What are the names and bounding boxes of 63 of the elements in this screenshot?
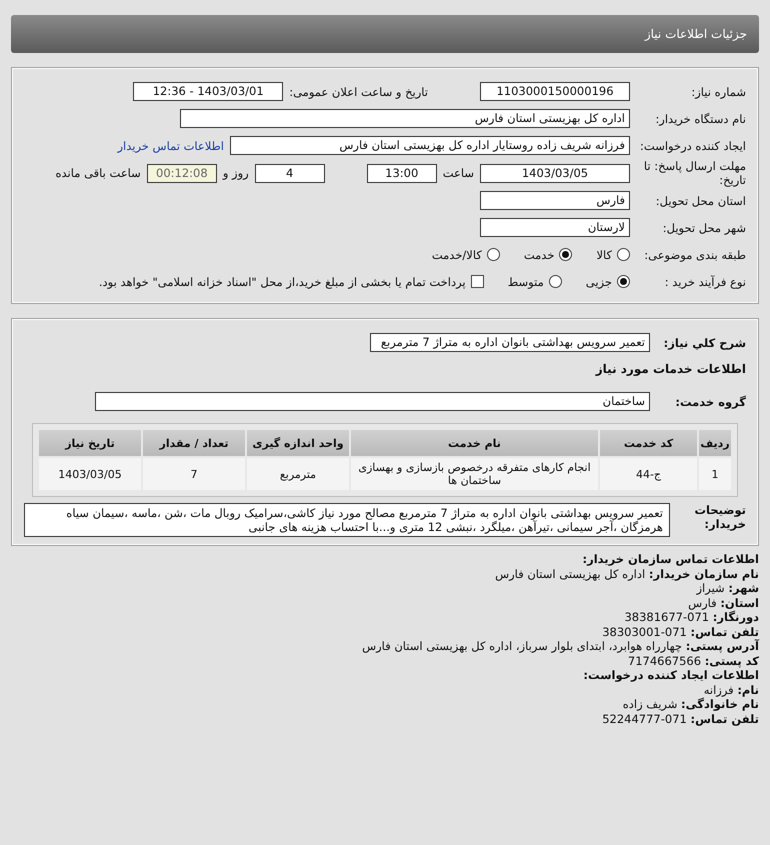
contact-line: آدرس پستی: چهارراه هوابرد، ابتدای بلوار سرباز، اداره کل بهزیستی استان فارس	[361, 639, 759, 654]
field-label: شماره نیاز:	[690, 84, 746, 98]
field-label: نام دستگاه خریدار:	[654, 112, 746, 126]
input-field[interactable]: 1403/03/01 - 12:36	[133, 82, 284, 101]
radio-icon[interactable]	[617, 275, 630, 288]
field-label: مهلت ارسال پاسخ: تا تاریخ:	[642, 159, 746, 187]
description-field: تعمیر سرویس بهداشتی بانوان اداره به متراژ 7 مترمربع مصالح مورد نیاز کاشی،سرامیک روبال مات ،شن ،ماسه ،سیمان سیاه هرمزگان ،آجر سیمانی ،تیرآهن ،میلگرد ،نبشی 12 متری و...با احتساب هزینه های جانبی	[24, 503, 670, 537]
input-field[interactable]: 1103000150000196	[480, 82, 630, 101]
input-field[interactable]: فارس	[480, 191, 630, 210]
radio-icon[interactable]	[486, 248, 500, 261]
column-header: کد خدمت	[600, 430, 697, 456]
field-label: ایجاد کننده درخواست:	[639, 138, 746, 152]
section-heading: اطلاعات خدمات مورد نیاز	[594, 361, 746, 378]
table-cell: 1403/03/05	[39, 458, 141, 490]
remaining-field[interactable]: 00:12:08	[146, 164, 217, 182]
radio-option[interactable]: جزیی	[586, 274, 630, 288]
field-label: شرح کلي نياز:	[662, 336, 746, 350]
field-label: استان محل تحویل:	[654, 194, 746, 208]
page-title: جزئیات اطلاعات نیاز	[644, 27, 747, 41]
column-header: تاریخ نیاز	[39, 430, 141, 456]
field-label: ساعت باقی مانده	[56, 166, 141, 180]
date-field[interactable]: 1403/03/05	[480, 164, 630, 182]
column-header: نام خدمت	[351, 430, 598, 456]
radio-option[interactable]: متوسط	[508, 274, 562, 288]
radio-icon[interactable]	[559, 248, 572, 261]
contact-line: نام سازمان خریدار: اداره کل بهزیستی استان فارس	[494, 566, 759, 581]
field-label: گروه خدمت:	[674, 394, 746, 408]
field-label: ساعت	[442, 166, 474, 180]
table-cell: مترمربع	[247, 458, 349, 490]
contact-line: نام خانوادگی: شریف زاده	[622, 697, 759, 712]
contact-line: نام: فرزانه	[702, 682, 759, 697]
field-label: توضیحات خریدار:	[694, 503, 746, 531]
checkbox-icon[interactable]	[470, 275, 484, 288]
field-label: روز و	[222, 166, 249, 180]
radio-option[interactable]: خدمت	[524, 248, 572, 262]
input-field[interactable]: ساختمان	[95, 392, 650, 411]
input-field[interactable]: اداره کل بهزیستی استان فارس	[180, 109, 630, 128]
contact-line: شهر: شیراز	[695, 581, 759, 596]
section-heading: اطلاعات ایجاد کننده درخواست:	[582, 668, 759, 682]
column-header: ردیف	[699, 430, 731, 456]
field-label: طبقه بندی موضوعی:	[643, 248, 746, 262]
radio-option[interactable]: کالا/خدمت	[432, 248, 500, 262]
checkbox-option[interactable]: پرداخت تمام یا بخشی از مبلغ خرید،از محل "اسناد خزانه اسلامی" خواهد بود.	[98, 274, 484, 288]
time-field[interactable]: 13:00	[366, 164, 437, 182]
table-cell: 7	[143, 458, 245, 490]
radio-option[interactable]: کالا	[596, 248, 630, 262]
contact-link[interactable]: اطلاعات تماس خریدار	[117, 138, 224, 152]
field-label: شهر محل تحویل:	[662, 220, 746, 234]
days-field[interactable]: 4	[254, 164, 325, 182]
field-label: تاریخ و ساعت اعلان عمومی:	[289, 84, 428, 98]
radio-icon[interactable]	[548, 275, 562, 288]
contact-line: استان: فارس	[687, 596, 759, 610]
column-header: تعداد / مقدار	[143, 430, 245, 456]
column-header: واحد اندازه گیری	[247, 430, 349, 456]
input-field[interactable]: لارستان	[480, 218, 630, 237]
section-heading: اطلاعات تماس سازمان خریدار:	[581, 552, 759, 566]
input-field[interactable]: تعمیر سرویس بهداشتی بانوان اداره به متراژ 7 مترمربع	[370, 333, 650, 352]
table-cell: انجام کارهای متفرقه درخصوص بازسازی و بهسازی ساختمان ها	[351, 458, 598, 490]
field-label: نوع فرآیند خرید :	[664, 274, 746, 288]
input-field[interactable]: فرزانه شریف زاده روستایار اداره کل بهزیستی استان فارس	[230, 136, 630, 155]
table-cell: ج-44	[600, 458, 697, 490]
radio-icon[interactable]	[617, 248, 630, 261]
table-cell: 1	[699, 458, 731, 490]
